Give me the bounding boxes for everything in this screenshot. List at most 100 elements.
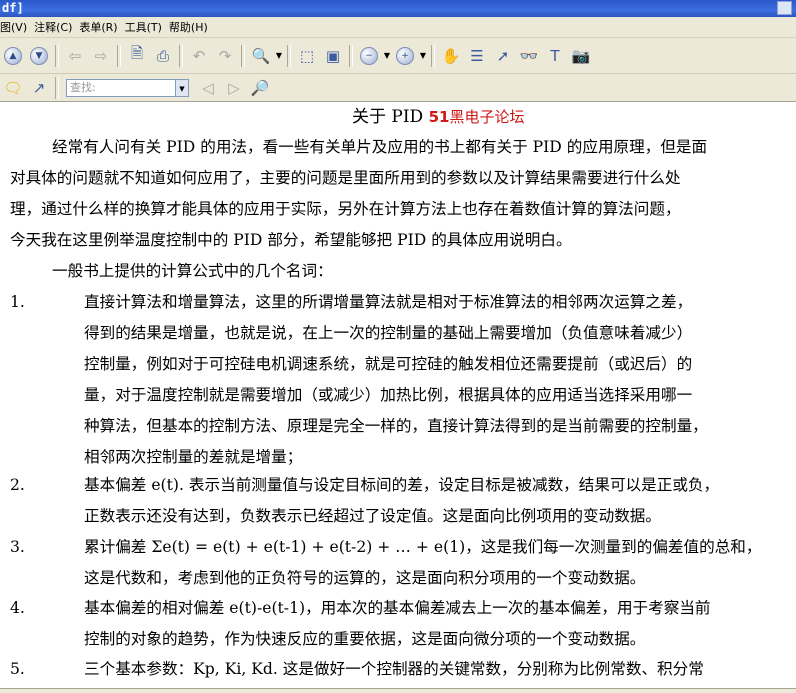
select-text-button[interactable]: ☰ [465, 44, 489, 68]
item-number: 2. [10, 476, 25, 494]
back-button[interactable]: ⇦ [63, 44, 87, 68]
window-titlebar: df] [0, 0, 796, 17]
note-icon: 🗨 [3, 78, 23, 97]
toolbar-separator [55, 76, 59, 99]
arrow-up-icon: ▲ [4, 46, 22, 65]
zoom-tool-dropdown[interactable]: ▼ [274, 51, 284, 60]
window-title: df] [2, 1, 24, 15]
item-line: 这是代数和，考虑到他的正负符号的运算的，这是面向积分项用的一个变动数据。 [84, 569, 646, 587]
list-item: 三个基本参数：Kp, Ki, Kd. 这是做好一个控制器的关键常数，分别称为比例… [84, 654, 784, 685]
item-number: 5. [10, 660, 25, 678]
item-line: 得到的结果是增量，也就是说，在上一次的控制量的基础上需要增加（负值意味着减少） [84, 324, 693, 342]
zoom-out-button[interactable]: − [357, 44, 381, 68]
menu-help[interactable]: 帮助(H) [169, 17, 215, 37]
watermark: 51黑电子论坛 [429, 108, 525, 126]
item-line: 基本偏差的相对偏差 e(t)-e(t-1)，用本次的基本偏差减去上一次的基本偏差… [84, 599, 711, 617]
redo-icon: ↷ [218, 46, 232, 65]
watermark-text: 黑电子论坛 [449, 108, 525, 126]
item-line: 控制的对象的趋势，作为快速反应的重要依据，这是面向微分项的一个变动数据。 [84, 630, 646, 648]
menu-tools[interactable]: 工具(T) [125, 17, 169, 37]
list-item: 累计偏差 Σe(t) = e(t) + e(t-1) + e(t-2) + … … [84, 532, 784, 594]
item-line: 量，对于温度控制就是需要增加（或减少）加热比例，根据具体的应用适当选择采用哪一 [84, 386, 693, 404]
arrow-down-icon: ▼ [30, 46, 48, 65]
document-page: 关于 PID 51黑电子论坛 经常有人问有关 PID 的用法，看一些有关单片及应… [0, 102, 796, 692]
printer-icon: ⎙ [156, 46, 169, 65]
title-text: 关于 PID [352, 107, 424, 127]
fit-page-icon: ⬚ [299, 46, 315, 65]
note-button[interactable]: 🗨 [1, 76, 25, 100]
toolbar-separator [55, 44, 59, 67]
arrow-tool-button[interactable]: ↗ [27, 76, 51, 100]
document-title: 关于 PID 51黑电子论坛 [352, 106, 524, 128]
toolbar-separator [349, 44, 353, 67]
plus-icon: + [396, 46, 414, 65]
intro-line: 理，通过什么样的换算才能具体的应用于实际，另外在计算方法上也存在着数值计算的算法… [10, 200, 681, 218]
menu-bar: 图(V) 注释(C) 表单(R) 工具(T) 帮助(H) [0, 17, 796, 38]
menu-form[interactable]: 表单(R) [79, 17, 124, 37]
zoom-in-dropdown[interactable]: ▼ [418, 51, 428, 60]
binoculars-icon: 👓 [519, 46, 539, 65]
find-next-button[interactable]: ▷ [222, 76, 246, 100]
find-previous-button[interactable]: ◁ [196, 76, 220, 100]
list-item: 基本偏差 e(t). 表示当前测量值与设定目标间的差，设定目标是被减数，结果可以… [84, 470, 784, 532]
arrow-left-icon: ⇦ [68, 46, 82, 65]
zoom-out-dropdown[interactable]: ▼ [382, 51, 392, 60]
find-next-icon: ▷ [228, 78, 240, 97]
pointer-button[interactable]: ➚ [491, 44, 515, 68]
status-edge [0, 688, 796, 693]
text-icon: T [550, 46, 560, 65]
undo-button[interactable]: ↶ [187, 44, 211, 68]
toolbar-separator [241, 44, 245, 67]
find-previous-icon: ◁ [202, 78, 214, 97]
list-item: 基本偏差的相对偏差 e(t)-e(t-1)，用本次的基本偏差减去上一次的基本偏差… [84, 593, 784, 655]
actual-size-icon: ▣ [325, 46, 341, 65]
lead-line: 一般书上提供的计算公式中的几个名词： [52, 262, 333, 280]
minus-icon: − [360, 46, 378, 65]
item-line: 基本偏差 e(t). 表示当前测量值与设定目标间的差，设定目标是被减数，结果可以… [84, 476, 720, 494]
minimize-button[interactable] [777, 1, 792, 15]
find-input[interactable]: 查找: [66, 78, 176, 97]
toolbar-separator [117, 44, 121, 67]
forward-button[interactable]: ⇨ [89, 44, 113, 68]
search-button[interactable]: 🔎 [248, 76, 272, 100]
watermark-number: 51 [428, 108, 450, 126]
save-copy-button[interactable]: 🗎 [125, 44, 149, 68]
fit-page-button[interactable]: ⬚ [295, 44, 319, 68]
hand-icon: ✋ [441, 46, 461, 65]
zoom-in-button[interactable]: + [393, 44, 417, 68]
toolbar-separator [179, 44, 183, 67]
snapshot-button[interactable]: 📷 [569, 44, 593, 68]
page-down-button[interactable]: ▼ [27, 44, 51, 68]
magnifier-icon: 🔍 [251, 46, 271, 65]
select-text-icon: ☰ [470, 46, 484, 65]
item-number: 3. [10, 538, 25, 556]
menu-comment[interactable]: 注释(C) [34, 17, 79, 37]
intro-line: 今天我在这里例举温度控制中的 PID 部分，希望能够把 PID 的具体应用说明白… [10, 231, 572, 249]
undo-icon: ↶ [192, 46, 206, 65]
print-button[interactable]: ⎙ [151, 44, 175, 68]
camera-icon: 📷 [571, 46, 591, 65]
text-tool-button[interactable]: T [543, 44, 567, 68]
menu-view[interactable]: 图(V) [0, 17, 34, 37]
find-dropdown[interactable]: ▼ [176, 78, 189, 97]
item-line: 正数表示还没有达到，负数表示已经超过了设定值。这是面向比例项用的变动数据。 [84, 507, 661, 525]
item-line: 种算法，但基本的控制方法、原理是完全一样的，直接计算法得到的是当前需要的控制量， [84, 417, 708, 435]
actual-size-button[interactable]: ▣ [321, 44, 345, 68]
zoom-tool-button[interactable]: 🔍 [249, 44, 273, 68]
item-number: 1. [10, 293, 25, 311]
toolbar-separator [287, 44, 291, 67]
item-line: 三个基本参数：Kp, Ki, Kd. 这是做好一个控制器的关键常数，分别称为比例… [84, 660, 704, 678]
page-up-button[interactable]: ▲ [1, 44, 25, 68]
arrow-pointer-icon: ➚ [496, 46, 510, 65]
toolbar-separator [431, 44, 435, 67]
arrow-right-icon: ⇨ [94, 46, 108, 65]
main-toolbar: ▲ ▼ ⇦ ⇨ 🗎 ⎙ ↶ ↷ 🔍 ▼ ⬚ ▣ − ▼ + ▼ ✋ ☰ ➚ 👓 … [0, 38, 796, 74]
diagonal-arrow-icon: ↗ [32, 78, 46, 97]
search-icon: 🔎 [250, 78, 270, 97]
redo-button[interactable]: ↷ [213, 44, 237, 68]
item-line: 累计偏差 Σe(t) = e(t) + e(t-1) + e(t-2) + … … [84, 538, 762, 556]
item-line: 控制量，例如对于可控硅电机调速系统，就是可控硅的触发相位还需要提前（或迟后）的 [84, 355, 693, 373]
item-number: 4. [10, 599, 25, 617]
find-button[interactable]: 👓 [517, 44, 541, 68]
hand-tool-button[interactable]: ✋ [439, 44, 463, 68]
